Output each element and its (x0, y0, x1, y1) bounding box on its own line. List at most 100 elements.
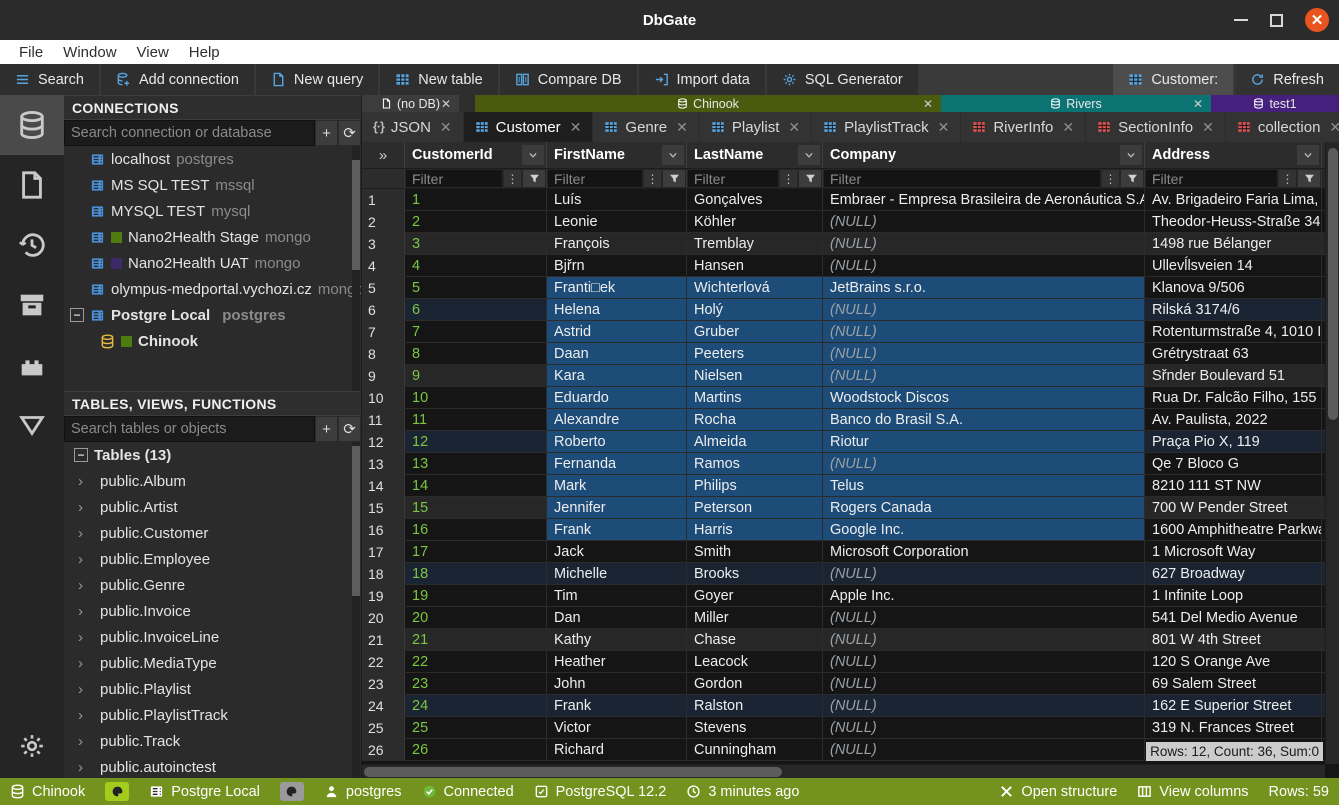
status-postgres[interactable]: postgres (324, 784, 402, 800)
menu-item-help[interactable]: Help (180, 44, 229, 61)
cell-lastname[interactable]: Peeters (687, 343, 823, 364)
row-number[interactable]: 25 (362, 717, 405, 738)
sidebar-settings-gear-icon[interactable] (0, 732, 64, 760)
connection-item[interactable]: localhostpostgres (64, 146, 361, 172)
cell-company[interactable]: (NULL) (823, 629, 1145, 650)
connection-item[interactable]: MS SQL TESTmssql (64, 172, 361, 198)
cell-company[interactable]: (NULL) (823, 343, 1145, 364)
kebab-menu-icon[interactable]: ⋮ (504, 170, 521, 187)
cell-company[interactable]: (NULL) (823, 673, 1145, 694)
cell-customerid[interactable]: 2 (405, 211, 547, 232)
cell-firstname[interactable]: Leonie (547, 211, 687, 232)
cell-address[interactable]: 1 Infinite Loop (1145, 585, 1322, 606)
chevron-right-icon[interactable]: › (78, 629, 88, 646)
cell-firstname[interactable]: Tim (547, 585, 687, 606)
cell-lastname[interactable]: Smith (687, 541, 823, 562)
sidebar-plugin-icon[interactable] (0, 335, 64, 395)
filter-input[interactable]: Filter (688, 170, 778, 187)
cell-customerid[interactable]: 15 (405, 497, 547, 518)
sql-generator-button[interactable]: SQL Generator (767, 64, 918, 95)
cell-firstname[interactable]: Frank (547, 695, 687, 716)
status-open-structure[interactable]: Open structure (999, 784, 1117, 800)
sidebar-archive-icon[interactable] (0, 275, 64, 335)
row-number[interactable]: 9 (362, 365, 405, 386)
row-number[interactable]: 1 (362, 189, 405, 210)
import-data-button[interactable]: Import data (639, 64, 765, 95)
cell-customerid[interactable]: 16 (405, 519, 547, 540)
table-row[interactable]: 77AstridGruber(NULL)Rotenturmstraße 4, 1… (362, 321, 1325, 343)
row-number[interactable]: 21 (362, 629, 405, 650)
table-item[interactable]: ›public.PlaylistTrack (64, 702, 361, 728)
cell-customerid[interactable]: 14 (405, 475, 547, 496)
chevron-right-icon[interactable]: › (78, 681, 88, 698)
connection-item[interactable]: Chinook (64, 328, 361, 354)
cell-address[interactable]: 1 Microsoft Way (1145, 541, 1322, 562)
row-number[interactable]: 26 (362, 739, 405, 760)
row-number[interactable]: 11 (362, 409, 405, 430)
cell-address[interactable]: Av. Paulista, 2022 (1145, 409, 1322, 430)
table-row[interactable]: 1818MichelleBrooks(NULL)627 Broadway (362, 563, 1325, 585)
cell-lastname[interactable]: Gruber (687, 321, 823, 342)
cell-company[interactable]: Microsoft Corporation (823, 541, 1145, 562)
cell-address[interactable]: Klanova 9/506 (1145, 277, 1322, 298)
connections-scrollbar[interactable] (352, 146, 360, 391)
table-row[interactable]: 1414MarkPhilipsTelus8210 111 ST NW (362, 475, 1325, 497)
column-header-firstname[interactable]: FirstName (547, 142, 687, 168)
cell-customerid[interactable]: 22 (405, 651, 547, 672)
table-row[interactable]: 1313FernandaRamos(NULL)Qe 7 Bloco G (362, 453, 1325, 475)
cell-address[interactable]: 700 W Pender Street (1145, 497, 1322, 518)
cell-address[interactable]: 69 Salem Street (1145, 673, 1322, 694)
table-row[interactable]: 1515JenniferPetersonRogers Canada700 W P… (362, 497, 1325, 519)
kebab-menu-icon[interactable]: ⋮ (1279, 170, 1296, 187)
cell-company[interactable]: JetBrains s.r.o. (823, 277, 1145, 298)
filter-input[interactable]: Filter (548, 170, 642, 187)
cell-address[interactable]: Rilská 3174/6 (1145, 299, 1322, 320)
sidebar-file-icon[interactable] (0, 155, 64, 215)
sidebar-triangle-icon[interactable] (0, 395, 64, 455)
new-table-button[interactable]: New table (380, 64, 497, 95)
menu-item-window[interactable]: Window (54, 44, 125, 61)
filter-input[interactable]: Filter (1146, 170, 1277, 187)
cell-company[interactable]: Embraer - Empresa Brasileira de Aeronáut… (823, 189, 1145, 210)
tables-group[interactable]: −Tables (13) (64, 442, 361, 468)
cell-lastname[interactable]: Stevens (687, 717, 823, 738)
cell-lastname[interactable]: Ramos (687, 453, 823, 474)
row-number[interactable]: 15 (362, 497, 405, 518)
row-number[interactable]: 16 (362, 519, 405, 540)
chevron-right-icon[interactable]: › (78, 707, 88, 724)
row-number[interactable]: 4 (362, 255, 405, 276)
cell-firstname[interactable]: Fernanda (547, 453, 687, 474)
cell-firstname[interactable]: Heather (547, 651, 687, 672)
cell-company[interactable]: (NULL) (823, 651, 1145, 672)
cell-firstname[interactable]: Alexandre (547, 409, 687, 430)
cell-firstname[interactable]: Luís (547, 189, 687, 210)
cell-firstname[interactable]: Michelle (547, 563, 687, 584)
cell-lastname[interactable]: Philips (687, 475, 823, 496)
cell-lastname[interactable]: Wichterlová (687, 277, 823, 298)
cell-lastname[interactable]: Rocha (687, 409, 823, 430)
cell-customerid[interactable]: 11 (405, 409, 547, 430)
connection-item[interactable]: Nano2Health Stagemongo (64, 224, 361, 250)
table-row[interactable]: 22LeonieKöhler(NULL)Theodor-Heuss-Straße… (362, 211, 1325, 233)
cell-address[interactable]: Grétrystraat 63 (1145, 343, 1322, 364)
tab-genre[interactable]: Genre✕ (593, 112, 699, 142)
cell-lastname[interactable]: Tremblay (687, 233, 823, 254)
chevron-right-icon[interactable]: › (78, 577, 88, 594)
cell-customerid[interactable]: 18 (405, 563, 547, 584)
new-query-button[interactable]: New query (256, 64, 378, 95)
cell-customerid[interactable]: 12 (405, 431, 547, 452)
row-number[interactable]: 17 (362, 541, 405, 562)
cell-customerid[interactable]: 6 (405, 299, 547, 320)
table-item[interactable]: ›public.Genre (64, 572, 361, 598)
cell-lastname[interactable]: Chase (687, 629, 823, 650)
table-row[interactable]: 2424FrankRalston(NULL)162 E Superior Str… (362, 695, 1325, 717)
cell-firstname[interactable]: Mark (547, 475, 687, 496)
status-badge[interactable] (105, 782, 129, 801)
cell-address[interactable]: Theodor-Heuss-Straße 34 (1145, 211, 1322, 232)
cell-firstname[interactable]: Frank (547, 519, 687, 540)
cell-firstname[interactable]: Roberto (547, 431, 687, 452)
customer--button[interactable]: Customer: (1113, 64, 1233, 95)
tables-search-input[interactable]: Search tables or objects (64, 416, 315, 442)
table-row[interactable]: 2222HeatherLeacock(NULL)120 S Orange Ave (362, 651, 1325, 673)
cell-company[interactable]: Apple Inc. (823, 585, 1145, 606)
